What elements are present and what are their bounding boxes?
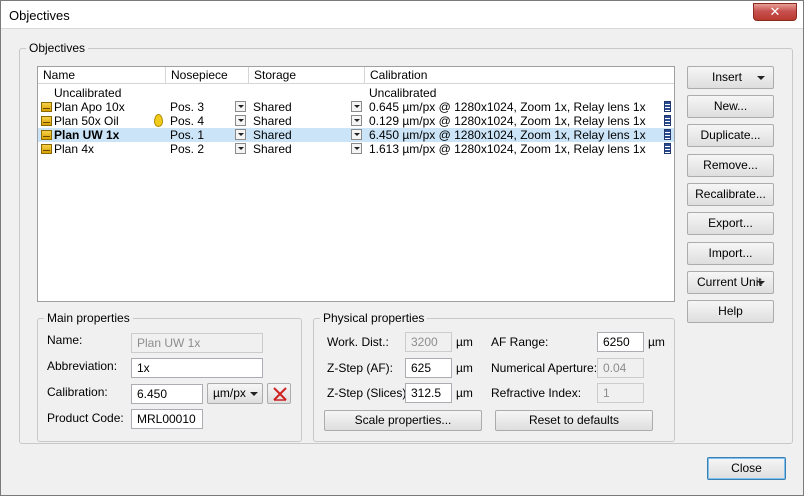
list-item[interactable]: Plan Apo 10x Pos. 3 Shared 0.645 µm/px @…	[38, 100, 674, 114]
column-header-nosepiece[interactable]: Nosepiece	[166, 67, 249, 83]
duplicate-button[interactable]: Duplicate...	[687, 124, 774, 147]
insert-button[interactable]: Insert	[687, 66, 774, 89]
zstep-af-unit: µm	[456, 361, 473, 375]
abbreviation-field[interactable]: 1x	[131, 358, 263, 378]
row-name: Plan 50x Oil	[54, 114, 119, 128]
window-title: Objectives	[9, 8, 70, 23]
work-dist-field: 3200	[405, 332, 452, 352]
zstep-slices-unit: µm	[456, 386, 473, 400]
row-nosepiece: Pos. 3	[170, 100, 205, 114]
list-item[interactable]: Plan 50x Oil Pos. 4 Shared 0.129 µm/px @…	[38, 114, 674, 128]
row-calibration: 6.450 µm/px @ 1280x1024, Zoom 1x, Relay …	[369, 128, 646, 142]
current-unit-button[interactable]: Current Unit	[687, 271, 774, 294]
row-storage: Shared	[253, 114, 292, 128]
row-name: Uncalibrated	[54, 86, 122, 100]
calculator-icon[interactable]	[664, 143, 671, 154]
row-nosepiece: Pos. 4	[170, 114, 205, 128]
storage-dropdown[interactable]	[351, 129, 362, 140]
close-button[interactable]: Close	[707, 457, 786, 480]
remove-calibration-button[interactable]	[267, 383, 291, 404]
chevron-down-icon	[757, 281, 765, 285]
zstep-slices-field[interactable]: 312.5	[405, 383, 452, 403]
calculator-icon[interactable]	[664, 115, 671, 126]
main-properties-label: Main properties	[44, 311, 133, 325]
zstep-slices-label: Z-Step (Slices):	[327, 386, 410, 400]
objective-icon	[41, 130, 52, 140]
nosepiece-dropdown[interactable]	[235, 101, 246, 112]
objectives-list[interactable]: Name Nosepiece Storage Calibration Uncal…	[37, 66, 675, 302]
current-unit-button-label: Current Unit	[697, 275, 762, 289]
list-item[interactable]: Uncalibrated Uncalibrated	[38, 86, 674, 100]
physical-properties-label: Physical properties	[320, 311, 428, 325]
row-name: Plan Apo 10x	[54, 100, 125, 114]
objectives-dialog: Objectives ✕ Objectives Name Nosepiece S…	[0, 0, 804, 496]
help-button[interactable]: Help	[687, 300, 774, 323]
objective-icon	[41, 144, 52, 154]
row-nosepiece: Pos. 1	[170, 128, 205, 142]
new-button[interactable]: New...	[687, 95, 774, 118]
row-name: Plan UW 1x	[54, 128, 120, 142]
title-bar: Objectives ✕	[1, 1, 803, 29]
remove-calibration-icon	[273, 387, 287, 401]
zstep-af-field[interactable]: 625	[405, 358, 452, 378]
list-header: Name Nosepiece Storage Calibration	[38, 67, 674, 84]
row-name: Plan 4x	[54, 142, 95, 156]
row-calibration: 1.613 µm/px @ 1280x1024, Zoom 1x, Relay …	[369, 142, 646, 156]
storage-dropdown[interactable]	[351, 101, 362, 112]
row-nosepiece: Pos. 2	[170, 142, 205, 156]
row-storage: Shared	[253, 128, 292, 142]
scale-properties-button[interactable]: Scale properties...	[324, 410, 482, 431]
remove-button[interactable]: Remove...	[687, 154, 774, 177]
nosepiece-dropdown[interactable]	[235, 129, 246, 140]
objectives-group-label: Objectives	[26, 41, 89, 55]
column-header-storage[interactable]: Storage	[249, 67, 365, 83]
abbreviation-label: Abbreviation:	[47, 359, 118, 373]
nosepiece-dropdown[interactable]	[235, 143, 246, 154]
row-calibration: 0.129 µm/px @ 1280x1024, Zoom 1x, Relay …	[369, 114, 646, 128]
calibration-field[interactable]: 6.450	[131, 384, 203, 404]
product-code-label: Product Code:	[47, 411, 124, 425]
column-header-calibration[interactable]: Calibration	[365, 67, 674, 83]
name-label: Name:	[47, 333, 83, 347]
calibration-label: Calibration:	[47, 385, 108, 399]
objective-icon	[41, 116, 52, 126]
storage-dropdown[interactable]	[351, 115, 362, 126]
chevron-down-icon	[757, 76, 765, 80]
storage-dropdown[interactable]	[351, 143, 362, 154]
af-range-unit: µm	[648, 335, 665, 349]
objective-icon	[41, 102, 52, 112]
list-item[interactable]: Plan 4x Pos. 2 Shared 1.613 µm/px @ 1280…	[38, 142, 674, 156]
work-dist-label: Work. Dist.:	[327, 335, 389, 349]
oil-drop-icon	[154, 114, 163, 127]
row-calibration: Uncalibrated	[369, 86, 437, 100]
row-storage: Shared	[253, 142, 292, 156]
insert-button-label: Insert	[712, 70, 743, 84]
recalibrate-button[interactable]: Recalibrate...	[687, 183, 774, 206]
numerical-aperture-label: Numerical Aperture:	[491, 361, 598, 375]
refractive-index-field: 1	[597, 383, 644, 403]
af-range-field[interactable]: 6250	[597, 332, 644, 352]
nosepiece-dropdown[interactable]	[235, 115, 246, 126]
calibration-unit-label: µm/px	[213, 386, 246, 400]
list-item[interactable]: Plan UW 1x Pos. 1 Shared 6.450 µm/px @ 1…	[38, 128, 674, 142]
calibration-unit-dropdown[interactable]: µm/px	[207, 383, 263, 404]
reset-to-defaults-button[interactable]: Reset to defaults	[495, 410, 653, 431]
chevron-down-icon	[250, 392, 258, 396]
close-icon: ✕	[769, 4, 781, 19]
work-dist-unit: µm	[456, 335, 473, 349]
export-button[interactable]: Export...	[687, 212, 774, 235]
zstep-af-label: Z-Step (AF):	[327, 361, 394, 375]
row-storage: Shared	[253, 100, 292, 114]
numerical-aperture-field: 0.04	[597, 358, 644, 378]
refractive-index-label: Refractive Index:	[491, 386, 582, 400]
product-code-field[interactable]: MRL00010	[131, 409, 203, 429]
name-field: Plan UW 1x	[131, 333, 263, 353]
calculator-icon[interactable]	[664, 129, 671, 140]
window-close-button[interactable]: ✕	[753, 3, 797, 21]
import-button[interactable]: Import...	[687, 242, 774, 265]
row-calibration: 0.645 µm/px @ 1280x1024, Zoom 1x, Relay …	[369, 100, 646, 114]
column-header-name[interactable]: Name	[38, 67, 166, 83]
af-range-label: AF Range:	[491, 335, 549, 349]
calculator-icon[interactable]	[664, 101, 671, 112]
